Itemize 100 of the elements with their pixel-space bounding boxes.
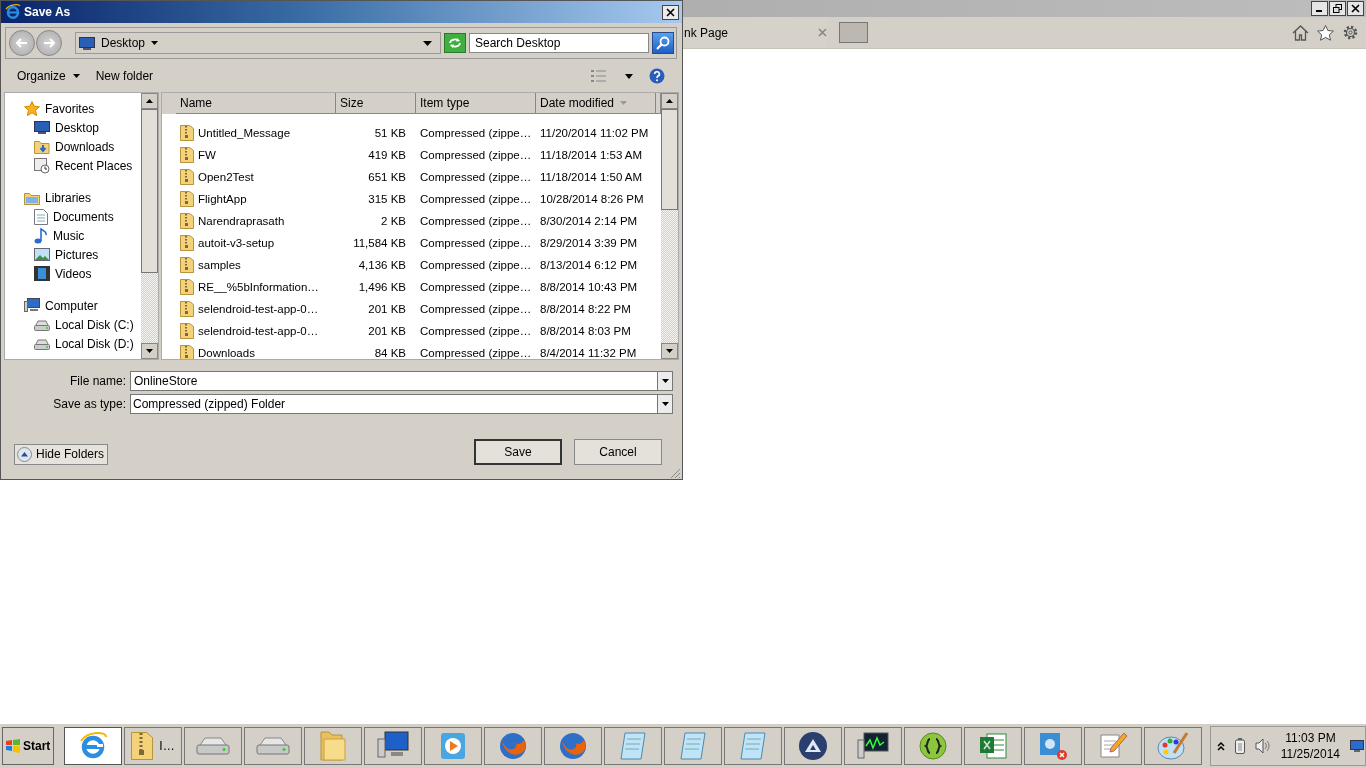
drive-icon <box>196 736 230 756</box>
caret-icon[interactable] <box>423 40 432 46</box>
file-date: 8/8/2014 10:43 PM <box>540 281 638 293</box>
braces-icon <box>919 732 947 760</box>
file-type: Compressed (zippe… <box>420 149 532 161</box>
help-icon[interactable] <box>649 68 665 84</box>
file-type: Compressed (zippe… <box>420 303 532 315</box>
navigation-item[interactable]: Desktop <box>5 118 141 137</box>
scroll-up-button[interactable] <box>661 93 678 109</box>
organize-button[interactable]: Organize <box>9 67 88 85</box>
save-as-type-dropdown[interactable]: Compressed (zipped) Folder <box>130 394 657 414</box>
start-button[interactable]: Start <box>2 727 54 765</box>
file-name[interactable]: Untitled_Message <box>198 127 291 139</box>
caret-icon[interactable] <box>625 73 633 79</box>
minimize-button[interactable] <box>1311 1 1328 16</box>
file-date: 10/28/2014 8:26 PM <box>540 193 644 205</box>
file-date: 8/4/2014 11:32 PM <box>540 347 637 359</box>
paper-pencil-icon <box>1098 731 1128 761</box>
file-name[interactable]: FW <box>198 149 216 161</box>
hide-folders-button[interactable]: Hide Folders <box>14 443 109 465</box>
column-header[interactable]: Name <box>176 93 336 114</box>
up-arrow-circle-icon <box>17 446 32 462</box>
taskbar-button[interactable] <box>904 727 962 765</box>
navigation-item[interactable]: Music <box>5 226 141 245</box>
down-arrow-icon <box>666 349 673 353</box>
taskbar-button[interactable] <box>64 727 122 765</box>
file-name[interactable]: Downloads <box>198 347 255 359</box>
navigation-item[interactable]: Downloads <box>5 137 141 156</box>
show-desktop-icon[interactable] <box>1350 740 1364 752</box>
column-header[interactable]: Item type <box>416 93 536 114</box>
scroll-down-button[interactable] <box>141 343 158 359</box>
column-header[interactable]: Date modified <box>536 93 656 114</box>
navigation-item[interactable]: Libraries <box>5 188 141 207</box>
notepad-icon <box>619 732 647 760</box>
file-size: 4,136 KB <box>358 259 406 271</box>
scroll-thumb[interactable] <box>661 109 678 210</box>
refresh-button[interactable] <box>444 33 466 53</box>
file-date: 8/8/2014 8:22 PM <box>540 303 631 315</box>
file-date: 11/18/2014 1:53 AM <box>540 149 643 161</box>
file-name-field[interactable]: OnlineStore <box>130 371 657 391</box>
taskbar-button[interactable] <box>784 727 842 765</box>
scroll-thumb[interactable] <box>141 109 158 273</box>
navigation-item[interactable]: Documents <box>5 207 141 226</box>
navigation-item[interactable]: Local Disk (D:) <box>5 334 141 353</box>
resize-grip-icon[interactable] <box>670 468 681 479</box>
chevron-up-icon[interactable] <box>1216 741 1225 751</box>
star-icon <box>24 100 40 117</box>
search-button[interactable] <box>652 32 674 54</box>
file-name[interactable]: autoit-v3-setup <box>198 237 275 249</box>
computer-icon <box>377 731 409 761</box>
taskbar-button[interactable] <box>364 727 422 765</box>
file-type: Compressed (zippe… <box>420 325 532 337</box>
dropdown-button[interactable] <box>657 394 673 414</box>
file-name[interactable]: selendroid-test-app-0… <box>198 303 319 315</box>
file-name[interactable]: FlightApp <box>198 193 247 205</box>
taskbar-button[interactable] <box>964 727 1022 765</box>
file-name[interactable]: samples <box>198 259 241 271</box>
star-icon[interactable] <box>1317 24 1334 41</box>
close-button[interactable] <box>1347 1 1364 16</box>
speaker-icon[interactable] <box>1254 738 1271 754</box>
navigation-item[interactable]: Recent Places <box>5 156 141 175</box>
dialog-button[interactable]: Save <box>474 439 562 465</box>
restore-button[interactable] <box>1329 1 1346 16</box>
file-name[interactable]: Open2Test <box>198 171 254 183</box>
address-bar[interactable]: Desktop <box>75 32 441 54</box>
column-header[interactable]: Size <box>336 93 416 114</box>
file-name[interactable]: selendroid-test-app-0… <box>198 325 319 337</box>
forward-arrow-icon <box>43 38 55 48</box>
clock[interactable]: 11:03 PM 11/25/2014 <box>1280 730 1340 762</box>
navigation-item[interactable]: Computer <box>5 296 141 315</box>
music-note-icon <box>34 227 48 244</box>
new-folder-button[interactable]: New folder <box>87 67 162 85</box>
taskbar-button[interactable]: I… <box>124 727 182 765</box>
search-icon <box>656 36 670 50</box>
search-field[interactable]: Search Desktop <box>469 33 649 53</box>
back-button[interactable] <box>9 30 35 56</box>
navigation-item[interactable]: Favorites <box>5 99 141 118</box>
close-button[interactable] <box>662 4 679 20</box>
caret-icon <box>661 402 669 406</box>
battery-icon[interactable] <box>1234 738 1245 754</box>
taskbar-button[interactable] <box>844 727 902 765</box>
dropdown-button[interactable] <box>657 371 673 391</box>
navigation-item[interactable]: Local Disk (C:) <box>5 315 141 334</box>
file-name[interactable]: RE__%5bInformation… <box>198 281 319 293</box>
navigation-item[interactable]: Pictures <box>5 245 141 264</box>
file-date: 8/30/2014 2:14 PM <box>540 215 638 227</box>
file-name[interactable]: Narendraprasath <box>198 215 285 227</box>
zip-folder-icon <box>180 125 194 141</box>
e-logo-icon <box>78 731 108 761</box>
scroll-down-button[interactable] <box>661 343 678 359</box>
scroll-up-button[interactable] <box>141 93 158 109</box>
dialog-button[interactable]: Cancel <box>574 439 662 465</box>
computer-icon <box>24 298 40 313</box>
caret-icon <box>661 379 669 383</box>
monitor-icon <box>34 121 50 134</box>
settings-icon[interactable] <box>1342 24 1359 41</box>
home-icon[interactable] <box>1292 24 1309 41</box>
navigation-item[interactable]: Videos <box>5 264 141 283</box>
forward-button[interactable] <box>36 30 62 56</box>
caret-icon[interactable] <box>151 41 159 45</box>
